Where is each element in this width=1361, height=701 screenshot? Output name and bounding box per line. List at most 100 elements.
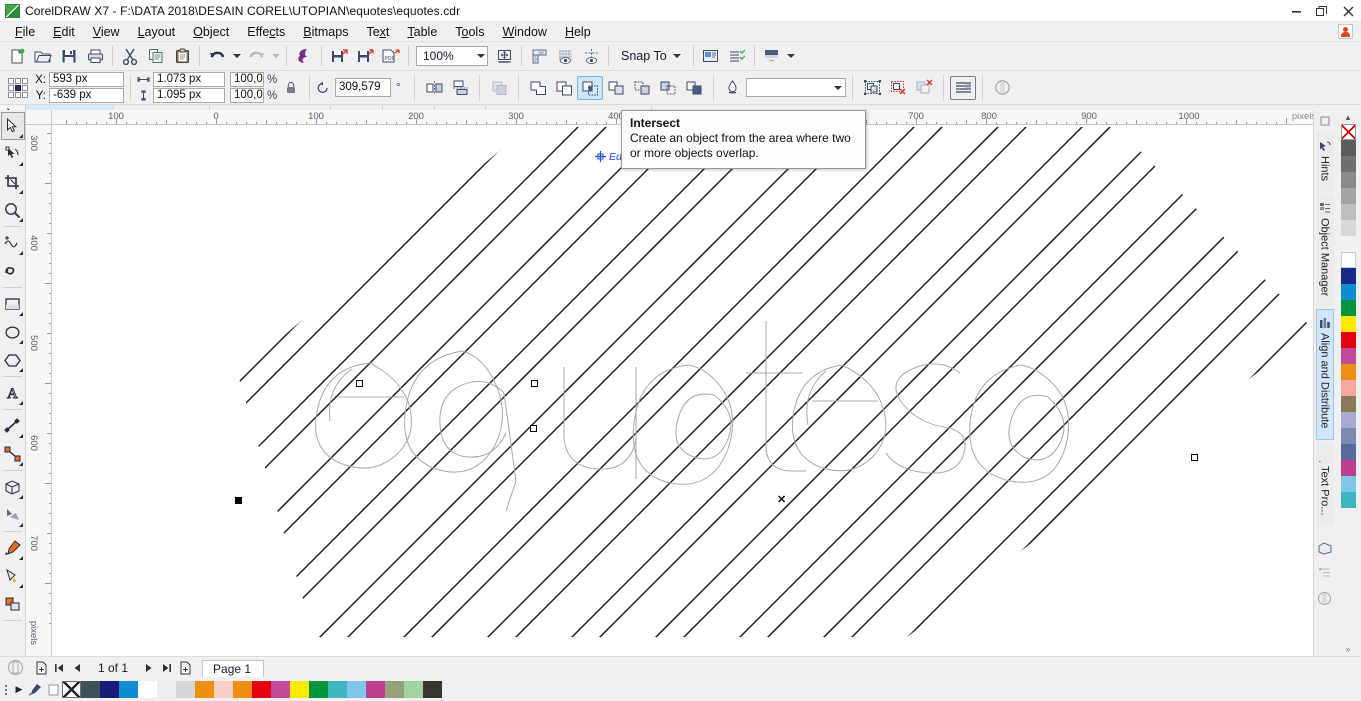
vertical-ruler[interactable]: 300 400 500 600 700 pixels	[26, 125, 52, 701]
lock-ratio-icon[interactable]	[283, 77, 299, 99]
import-icon[interactable]	[326, 44, 352, 68]
palette-swatch[interactable]	[1340, 460, 1356, 476]
pick-tool[interactable]	[0, 112, 25, 140]
palette-scroll-right-icon[interactable]: ▶	[12, 684, 26, 695]
undo-dropdown-icon[interactable]	[230, 44, 243, 68]
docker-extrude-icon[interactable]	[1316, 538, 1334, 558]
docker-tab-object-manager[interactable]: Object Manager	[1315, 194, 1334, 308]
palette-expand-icon[interactable]: »	[1346, 645, 1350, 654]
color-swatch[interactable]	[195, 681, 214, 698]
export-icon[interactable]	[352, 44, 378, 68]
freehand-tool[interactable]	[1, 229, 25, 257]
copy-icon[interactable]	[143, 44, 169, 68]
menu-file[interactable]: File	[6, 22, 44, 42]
color-swatch[interactable]	[233, 681, 252, 698]
palette-scroll-up-icon[interactable]: ▲	[1344, 110, 1352, 124]
zoom-tool[interactable]	[1, 196, 25, 224]
menu-edit[interactable]: Edit	[44, 22, 84, 42]
object-origin-selector[interactable]	[7, 77, 29, 99]
palette-no-color-indicator[interactable]	[44, 684, 62, 696]
selection-anchor-dot[interactable]	[235, 497, 242, 504]
smart-fill-tool[interactable]	[1, 590, 25, 618]
redo-dropdown-icon[interactable]	[269, 44, 282, 68]
palette-swatch[interactable]	[1340, 236, 1356, 252]
first-page-button[interactable]	[50, 659, 68, 677]
palette-swatch[interactable]	[1340, 316, 1356, 332]
application-launcher-icon[interactable]	[759, 44, 785, 68]
docker-object-styles-icon[interactable]	[1316, 564, 1334, 582]
docker-tab-text-properties[interactable]: A Text Pro...	[1315, 441, 1334, 527]
palette-swatch[interactable]	[1340, 204, 1356, 220]
show-guidelines-icon[interactable]	[578, 44, 604, 68]
redo-icon[interactable]	[243, 44, 269, 68]
zoom-level-select[interactable]: 100%	[416, 46, 488, 66]
object-properties-icon[interactable]	[724, 44, 750, 68]
color-swatch[interactable]	[404, 681, 423, 698]
menu-help[interactable]: Help	[556, 22, 600, 42]
ruler-origin-corner[interactable]	[26, 110, 52, 125]
color-swatch[interactable]	[347, 681, 366, 698]
add-page-after-button[interactable]	[176, 659, 194, 677]
color-swatch[interactable]	[366, 681, 385, 698]
color-eyedropper-tool[interactable]	[1, 534, 25, 562]
last-page-button[interactable]	[158, 659, 176, 677]
menu-view[interactable]: View	[84, 22, 129, 42]
palette-swatch[interactable]	[1340, 332, 1356, 348]
palette-swatch[interactable]	[1340, 252, 1356, 268]
color-swatch[interactable]	[119, 681, 138, 698]
palette-swatch[interactable]	[1340, 492, 1356, 508]
swatch-no-color[interactable]	[62, 681, 81, 698]
artistic-media-tool[interactable]	[1, 257, 25, 285]
corel-connect-icon[interactable]	[291, 44, 317, 68]
rotation-input[interactable]: 309,579	[335, 78, 391, 97]
palette-swatch[interactable]	[1340, 380, 1356, 396]
palette-swatch[interactable]	[1340, 428, 1356, 444]
restore-button[interactable]	[1309, 0, 1335, 22]
color-swatch[interactable]	[385, 681, 404, 698]
drawing-canvas[interactable]: Edge ✕	[52, 125, 1331, 670]
color-swatch[interactable]	[328, 681, 347, 698]
selection-node-handle[interactable]	[356, 380, 363, 387]
application-launcher-dropdown-icon[interactable]	[785, 44, 798, 68]
polygon-tool[interactable]	[1, 346, 25, 374]
y-position-input[interactable]: -639 px	[49, 88, 124, 103]
color-swatch[interactable]	[138, 681, 157, 698]
palette-swatch[interactable]	[1340, 364, 1356, 380]
open-document-icon[interactable]	[30, 44, 56, 68]
outline-width-select[interactable]	[746, 78, 846, 97]
new-document-icon[interactable]	[4, 44, 30, 68]
weld-button[interactable]	[525, 76, 551, 100]
menu-table[interactable]: Table	[398, 22, 446, 42]
paste-icon[interactable]	[169, 44, 195, 68]
ungroup-objects-button[interactable]	[885, 76, 911, 100]
print-document-icon[interactable]	[82, 44, 108, 68]
docker-collapse-icon[interactable]	[1318, 114, 1332, 128]
color-swatch[interactable]	[176, 681, 195, 698]
text-tool[interactable]: A	[1, 379, 25, 407]
wrap-paragraph-text-button[interactable]	[950, 75, 976, 100]
palette-drag-handle[interactable]	[0, 684, 12, 695]
color-swatch[interactable]	[81, 681, 100, 698]
menu-effects[interactable]: Effects	[238, 22, 294, 42]
mirror-horizontal-button[interactable]	[421, 76, 447, 100]
page-tab-page-1[interactable]: Page 1	[202, 660, 265, 677]
zoom-to-fit-icon[interactable]	[491, 44, 517, 68]
scale-y-input[interactable]: 100,0	[230, 88, 264, 103]
color-swatch[interactable]	[309, 681, 328, 698]
options-icon[interactable]	[698, 44, 724, 68]
menu-window[interactable]: Window	[493, 22, 555, 42]
undo-icon[interactable]	[204, 44, 230, 68]
selection-node-handle[interactable]	[530, 425, 537, 432]
palette-swatch[interactable]	[1340, 396, 1356, 412]
palette-swatch[interactable]	[1340, 300, 1356, 316]
add-page-before-button[interactable]	[32, 659, 50, 677]
right-color-palette[interactable]: ▲ »	[1335, 110, 1361, 656]
palette-swatch[interactable]	[1340, 348, 1356, 364]
parallel-dimension-tool[interactable]	[1, 412, 25, 440]
menu-tools[interactable]: Tools	[446, 22, 493, 42]
show-rulers-icon[interactable]	[526, 44, 552, 68]
menu-object[interactable]: Object	[184, 22, 238, 42]
docker-transparency-icon[interactable]	[1316, 588, 1334, 608]
interactive-fill-tool[interactable]	[1, 562, 25, 590]
palette-swatch-none[interactable]	[1340, 124, 1356, 140]
